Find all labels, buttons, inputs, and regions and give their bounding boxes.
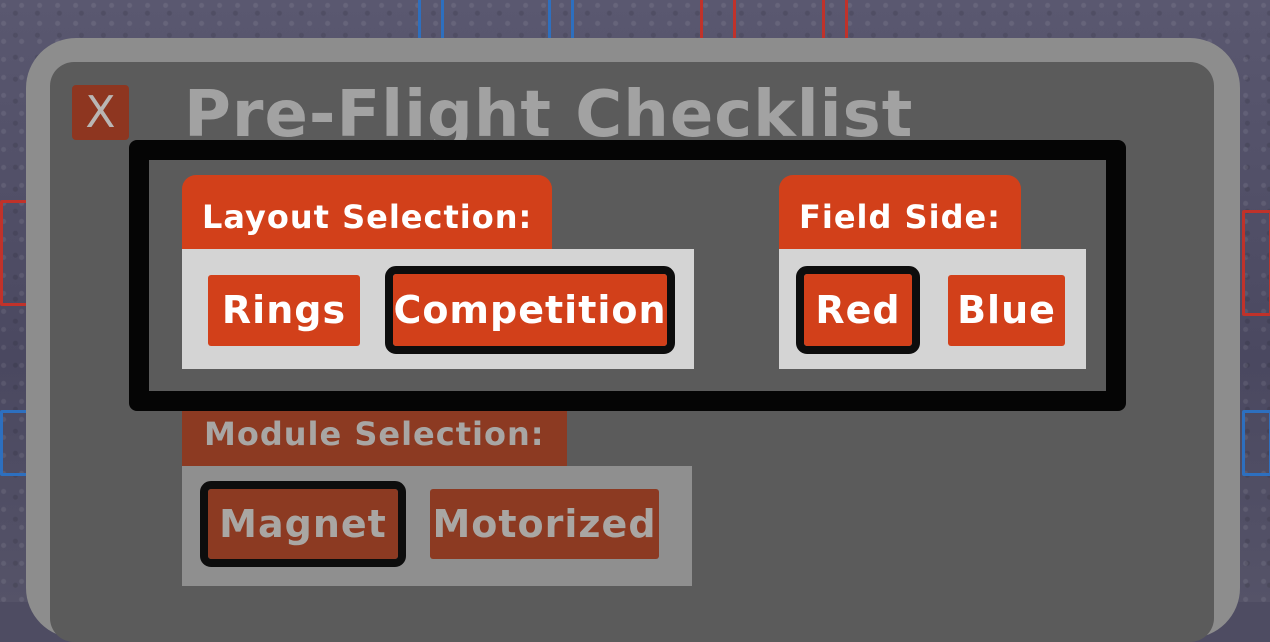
blue-truss xyxy=(548,0,574,42)
red-truss xyxy=(1242,210,1270,316)
module-option-motorized[interactable]: Motorized xyxy=(430,489,659,559)
blue-truss xyxy=(1242,410,1270,476)
red-truss xyxy=(700,0,736,42)
close-button[interactable]: X xyxy=(72,85,129,140)
module-option-magnet[interactable]: Magnet xyxy=(200,481,406,567)
red-truss xyxy=(822,0,848,42)
module-selection-label: Module Selection: xyxy=(182,410,567,466)
blue-truss xyxy=(418,0,444,42)
focus-highlight-frame xyxy=(129,140,1126,411)
